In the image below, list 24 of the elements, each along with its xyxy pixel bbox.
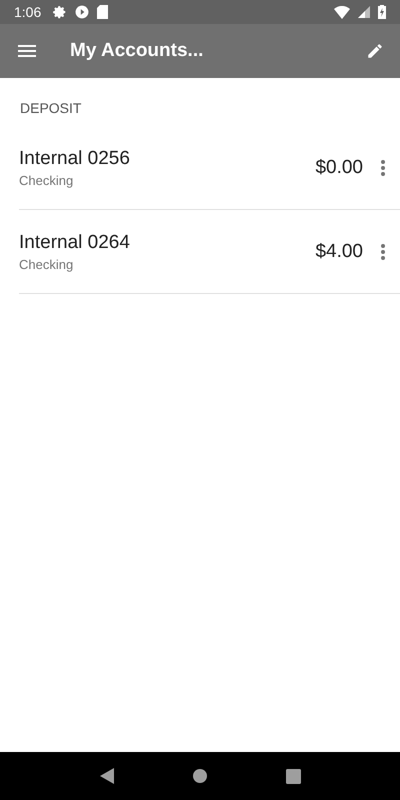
account-balance: $0.00: [315, 156, 363, 178]
account-name: Internal 0256: [19, 148, 131, 170]
status-time: 1:06: [14, 4, 42, 20]
account-type: Checking: [19, 256, 74, 272]
play-circle-icon: [75, 5, 90, 19]
account-row[interactable]: Internal 0264 Checking $4.00: [19, 210, 400, 294]
more-icon[interactable]: [381, 244, 385, 260]
back-icon[interactable]: [100, 768, 114, 784]
recents-icon[interactable]: [286, 768, 300, 784]
account-balance: $4.00: [315, 240, 363, 262]
home-icon[interactable]: [192, 769, 206, 783]
account-name: Internal 0264: [19, 232, 131, 254]
gear-icon: [53, 5, 68, 19]
sd-card-icon: [97, 5, 108, 19]
menu-icon[interactable]: [18, 45, 36, 57]
battery-icon: [378, 5, 386, 19]
account-row[interactable]: Internal 0256 Checking $0.00: [19, 126, 400, 210]
account-type: Checking: [19, 172, 74, 188]
wifi-icon: [334, 6, 350, 18]
signal-icon: [358, 6, 370, 18]
pencil-icon[interactable]: [366, 42, 384, 60]
app-title: My Accounts...: [70, 40, 204, 62]
section-header: DEPOSIT: [20, 100, 82, 116]
more-icon[interactable]: [381, 160, 385, 176]
